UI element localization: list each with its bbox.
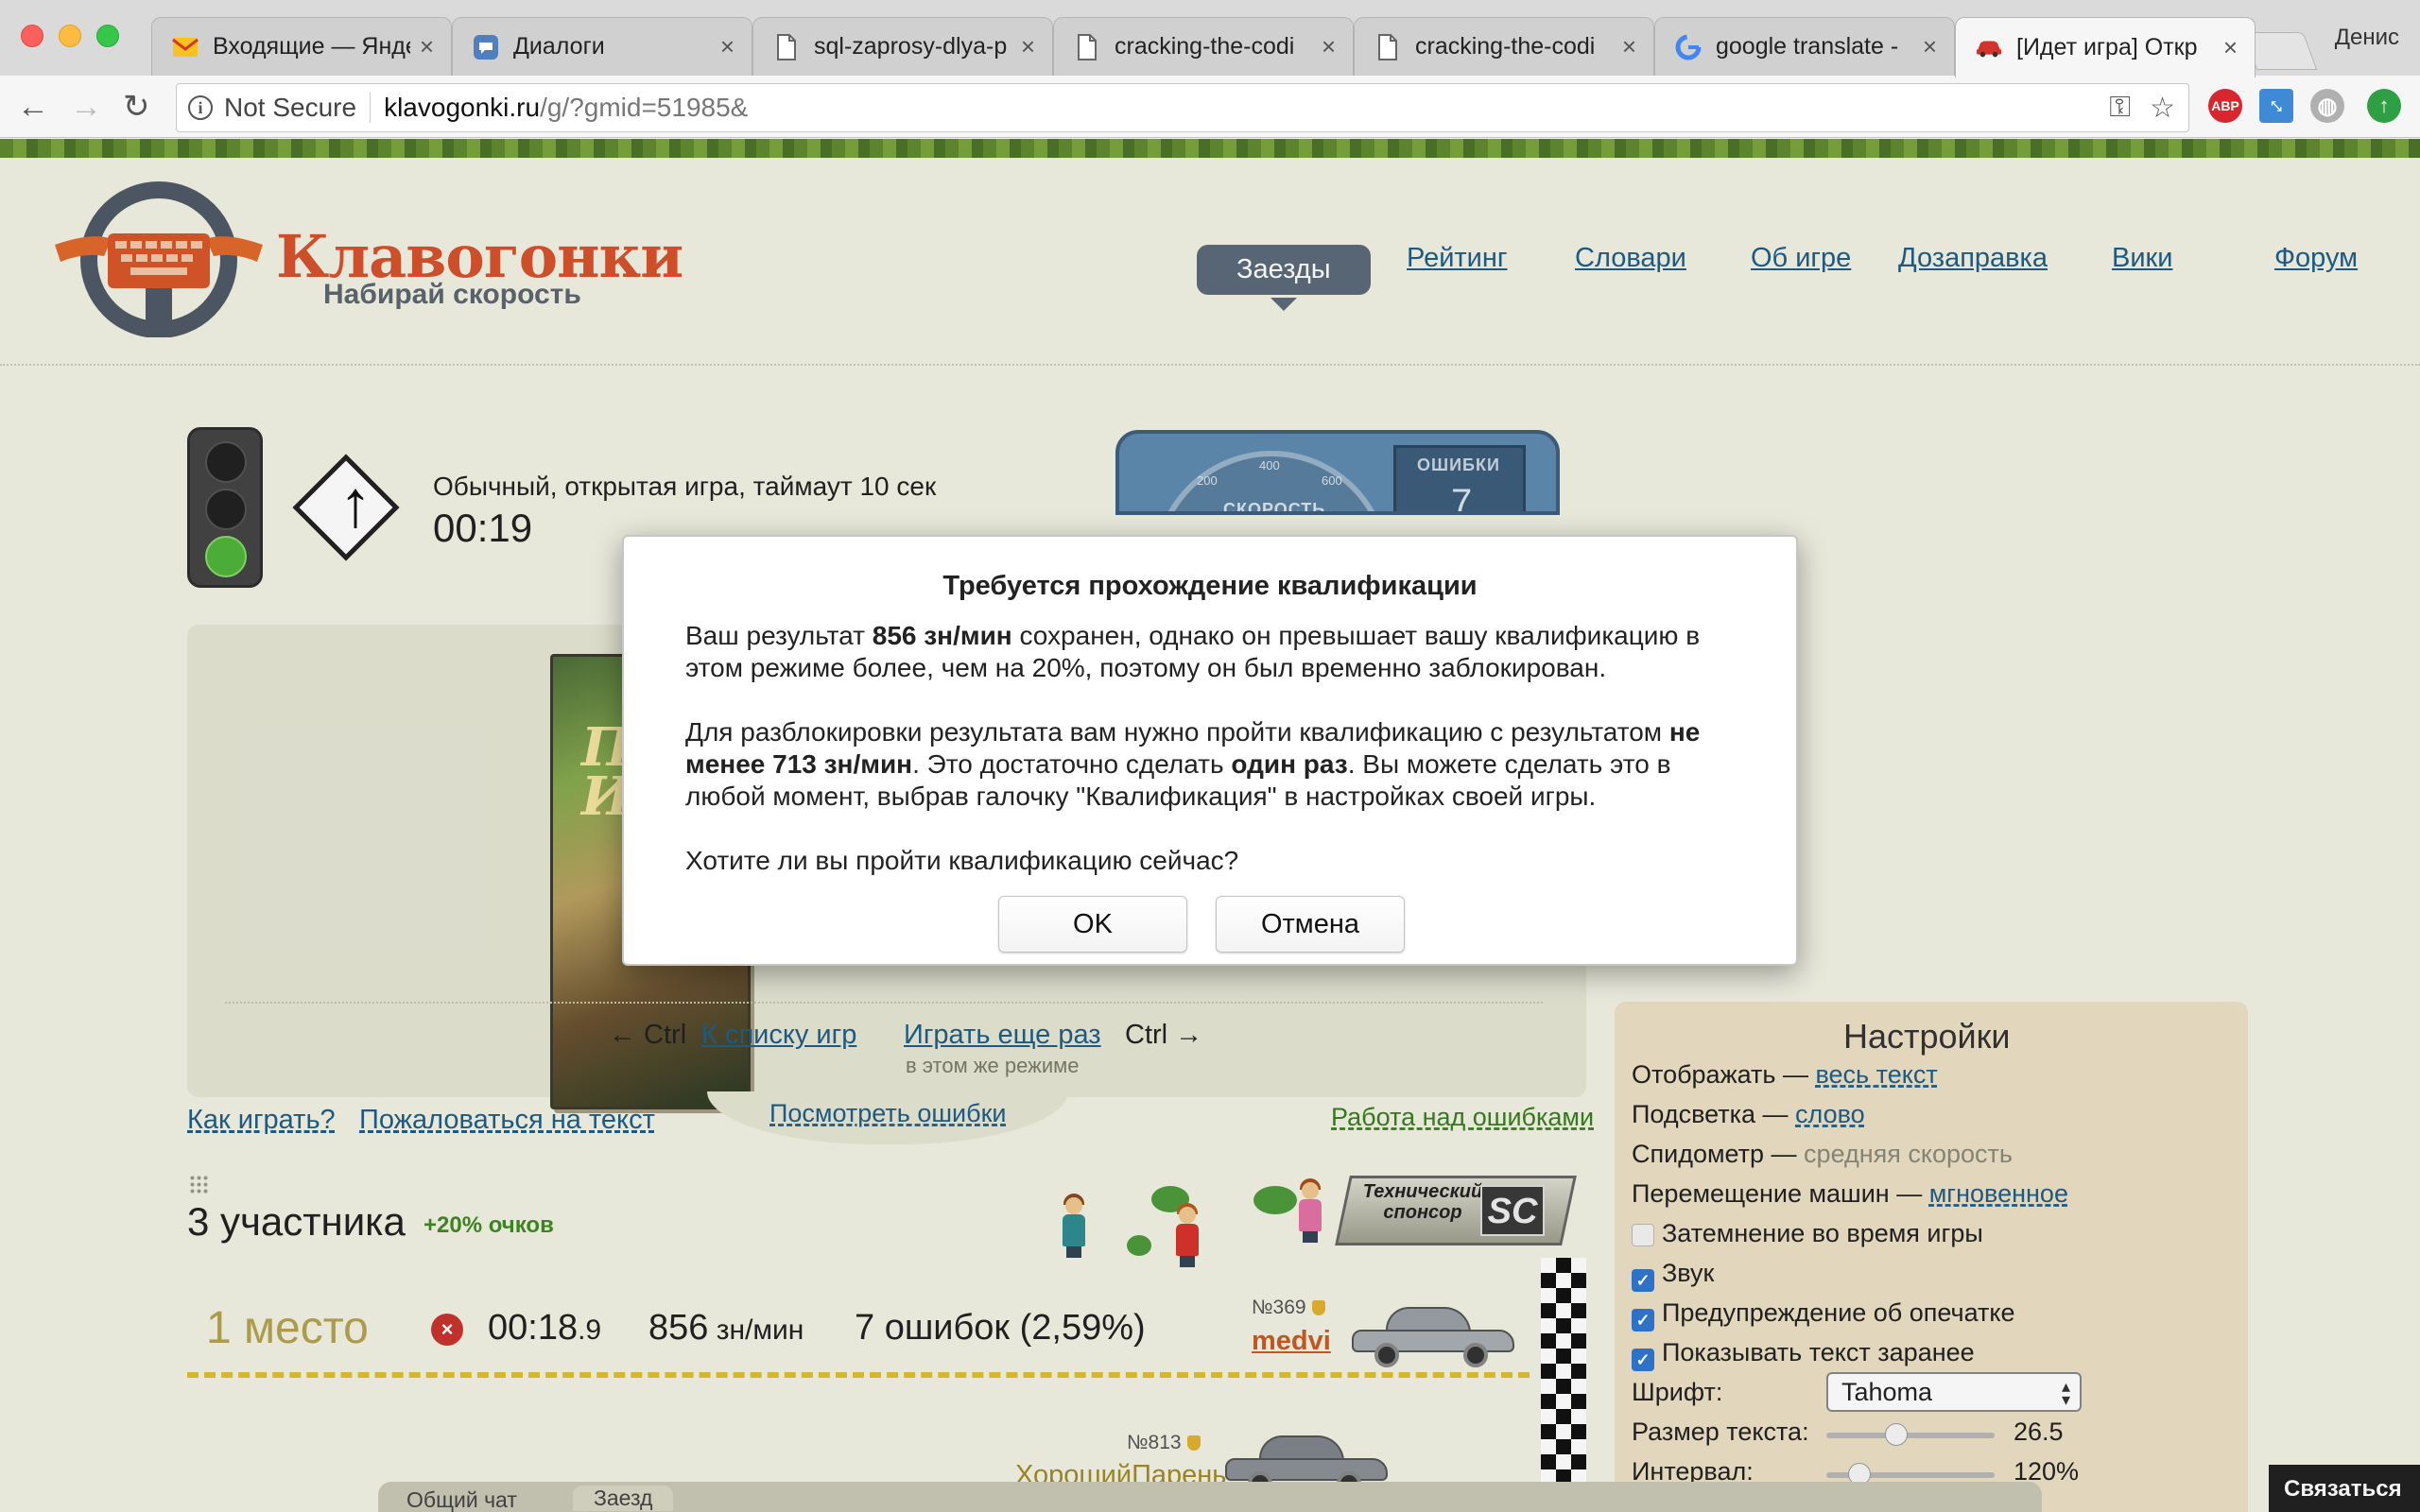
dialog-paragraph-result: Ваш результат 856 зн/мин сохранен, однак… — [685, 620, 1744, 684]
url-host: klavogonki.ru — [384, 93, 541, 122]
maximize-window-button[interactable] — [96, 25, 119, 47]
yandex-mail-icon — [171, 33, 199, 61]
document-icon — [1374, 33, 1402, 61]
url-path: /g/?gmid=51985& — [540, 93, 749, 122]
dialog-text-bold: 856 зн/мин — [872, 621, 1012, 650]
address-bar[interactable]: i Not Secure klavogonki.ru /g/?gmid=5198… — [176, 83, 2189, 132]
close-window-button[interactable] — [21, 25, 43, 47]
close-tab-icon[interactable]: × — [1923, 32, 1937, 61]
qualification-dialog: Требуется прохождение квалификации Ваш р… — [622, 535, 1798, 966]
ok-button[interactable]: OK — [998, 896, 1187, 953]
browser-tab[interactable]: cracking-the-codi × — [1053, 17, 1354, 76]
browser-tab[interactable]: Диалоги × — [452, 17, 752, 76]
globe-extension-icon[interactable]: ◍ — [2310, 89, 2344, 123]
close-tab-icon[interactable]: × — [720, 32, 735, 61]
browser-toolbar: ← → ↻ i Not Secure klavogonki.ru /g/?gmi… — [0, 76, 2420, 138]
security-label[interactable]: Not Secure — [224, 93, 372, 123]
info-icon[interactable]: i — [188, 95, 213, 120]
google-icon — [1674, 33, 1703, 61]
minimize-window-button[interactable] — [59, 25, 81, 47]
browser-tab[interactable]: Входящие — Янде × — [151, 17, 452, 76]
tab-title: [Идет игра] Откр — [2016, 34, 2198, 60]
close-tab-icon[interactable]: × — [420, 32, 434, 61]
adblock-icon[interactable]: ABP — [2208, 89, 2242, 123]
dialog-paragraph-unlock: Для разблокировки результата вам нужно п… — [685, 716, 1744, 813]
browser-tab-bar: Входящие — Янде × Диалоги × sql-zaprosy-… — [0, 0, 2420, 77]
close-tab-icon[interactable]: × — [2223, 33, 2238, 62]
tab-title: cracking-the-codi — [1415, 33, 1596, 60]
dialog-question: Хотите ли вы пройти квалификацию сейчас? — [685, 846, 1239, 875]
tab-title: Диалоги — [513, 33, 605, 60]
resize-extension-icon[interactable]: ⤡ — [2259, 89, 2293, 123]
browser-tab[interactable]: google translate - × — [1654, 17, 1955, 76]
key-icon[interactable]: ⚿ — [2109, 92, 2131, 125]
tab-title: Входящие — Янде — [213, 33, 410, 60]
cancel-button[interactable]: Отмена — [1216, 896, 1405, 953]
browser-tab[interactable]: cracking-the-codi × — [1354, 17, 1654, 76]
dialog-text: Для разблокировки результата вам нужно п… — [685, 717, 1669, 747]
document-icon — [772, 33, 801, 61]
tab-title: sql-zaprosy-dlya-p — [814, 33, 1008, 60]
profile-name[interactable]: Денис — [2335, 25, 2399, 51]
reload-icon[interactable]: ↻ — [123, 89, 150, 125]
tab-title: cracking-the-codi — [1115, 33, 1295, 60]
document-icon — [1073, 33, 1101, 61]
bookmark-star-icon[interactable]: ☆ — [2150, 92, 2175, 125]
dialog-text-bold: один раз — [1231, 749, 1348, 779]
dialog-title: Требуется прохождение квалификации — [942, 571, 1478, 601]
dialog-text: Ваш результат — [685, 621, 873, 650]
vk-messages-icon — [472, 33, 500, 61]
close-tab-icon[interactable]: × — [1622, 32, 1636, 61]
back-arrow-icon[interactable]: ← — [17, 89, 49, 125]
browser-tab[interactable]: sql-zaprosy-dlya-p × — [752, 17, 1053, 76]
close-tab-icon[interactable]: × — [1021, 32, 1035, 61]
forward-arrow-icon[interactable]: → — [70, 89, 102, 125]
close-tab-icon[interactable]: × — [1322, 32, 1336, 61]
browser-tab-active[interactable]: [Идет игра] Откр × — [1955, 17, 2256, 77]
tab-title: google translate - — [1716, 33, 1899, 60]
car-icon — [1975, 34, 2003, 62]
upload-extension-icon[interactable]: ↑ — [2367, 89, 2401, 123]
dialog-text: . Это достаточно сделать — [912, 749, 1232, 779]
